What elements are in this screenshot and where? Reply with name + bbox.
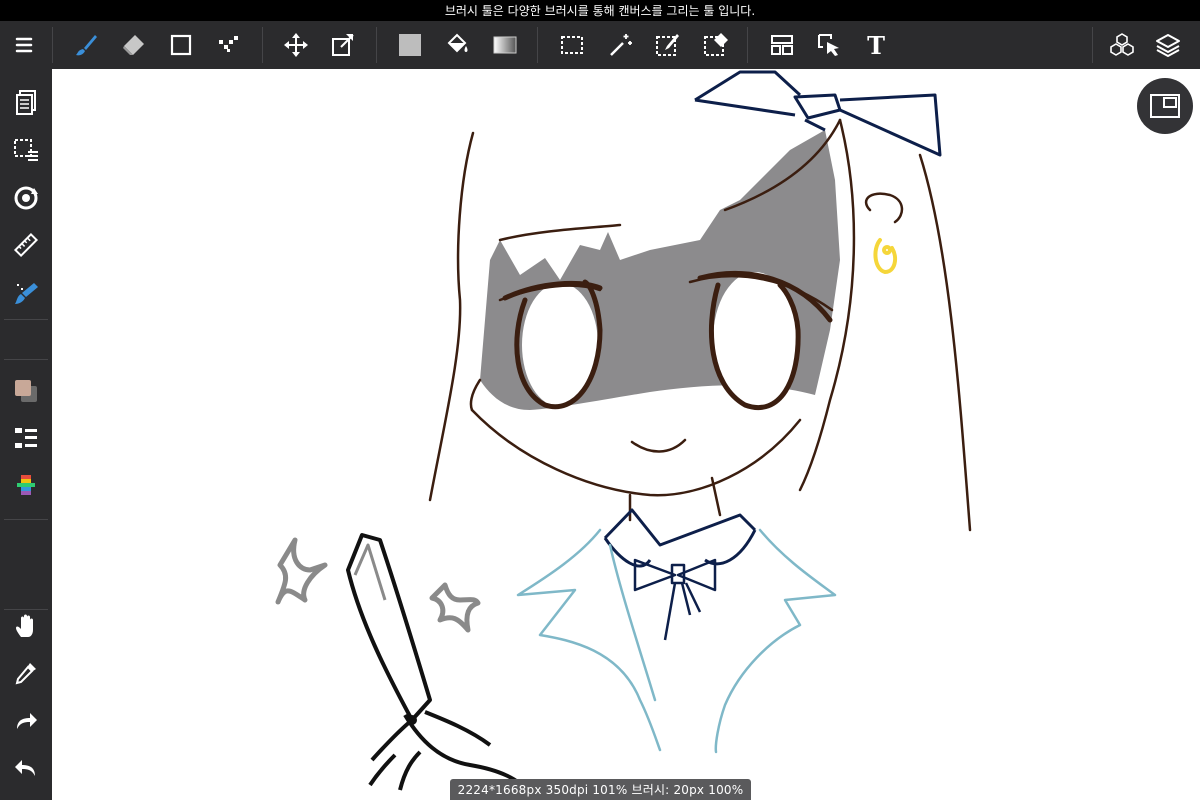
top-toolbar: T [0, 21, 1200, 69]
brush-settings-icon[interactable] [9, 276, 43, 310]
ruler-icon[interactable] [9, 228, 43, 262]
status-bar: 2224*1668px 350dpi 101% 브러시: 20px 100% [450, 779, 751, 800]
redo-icon[interactable] [9, 704, 43, 738]
magic-wand-icon[interactable] [604, 29, 636, 61]
shape-rectangle-icon[interactable] [165, 29, 197, 61]
move-icon[interactable] [280, 29, 312, 61]
snap-icon[interactable] [9, 181, 43, 215]
toolbar-divider [537, 27, 538, 63]
selection-rect-icon[interactable] [556, 29, 588, 61]
text-tool-glyph: T [867, 30, 885, 60]
toolbar-divider [1092, 27, 1093, 63]
smudge-icon[interactable] [213, 29, 245, 61]
toolbar-divider [376, 27, 377, 63]
status-text: 2224*1668px 350dpi 101% 브러시: 20px 100% [457, 783, 744, 797]
bucket-icon[interactable] [441, 29, 473, 61]
fill-color-icon[interactable] [394, 29, 426, 61]
navigator-button[interactable] [1137, 78, 1193, 134]
text-icon[interactable]: T [860, 29, 892, 61]
materials-icon[interactable] [1106, 29, 1138, 61]
sidebar-divider [4, 519, 48, 520]
brush-icon[interactable] [70, 29, 102, 61]
layers-icon[interactable] [1152, 29, 1184, 61]
transform-icon[interactable] [327, 29, 359, 61]
menu-icon[interactable] [8, 29, 40, 61]
selection-eraser-icon[interactable] [699, 29, 731, 61]
toolbar-divider [747, 27, 748, 63]
color-palette-icon[interactable] [9, 469, 43, 503]
operation-icon[interactable] [813, 29, 845, 61]
hint-text: 브러시 툴은 다양한 브러시를 통해 캔버스를 그리는 툴 입니다. [444, 4, 756, 18]
selection-menu-icon[interactable] [9, 133, 43, 167]
hint-bar: 브러시 툴은 다양한 브러시를 통해 캔버스를 그리는 툴 입니다. [0, 0, 1200, 21]
toolbar-divider [52, 27, 53, 63]
frame-divider-icon[interactable] [766, 29, 798, 61]
gradient-icon[interactable] [489, 29, 521, 61]
navigator-icon [1150, 94, 1180, 118]
selection-pen-icon[interactable] [651, 29, 683, 61]
drawing-canvas[interactable] [52, 69, 1200, 800]
eyedropper-icon[interactable] [9, 656, 43, 690]
color-swatch-icon[interactable] [9, 374, 43, 408]
layer-list-icon[interactable] [9, 421, 43, 455]
hand-icon[interactable] [9, 609, 43, 643]
left-sidebar [0, 69, 52, 800]
undo-icon[interactable] [9, 751, 43, 785]
sidebar-divider [4, 359, 48, 360]
toolbar-divider [262, 27, 263, 63]
sidebar-divider [4, 319, 48, 320]
canvas-artwork [275, 70, 972, 792]
pages-icon[interactable] [9, 85, 43, 119]
eraser-icon[interactable] [117, 29, 149, 61]
